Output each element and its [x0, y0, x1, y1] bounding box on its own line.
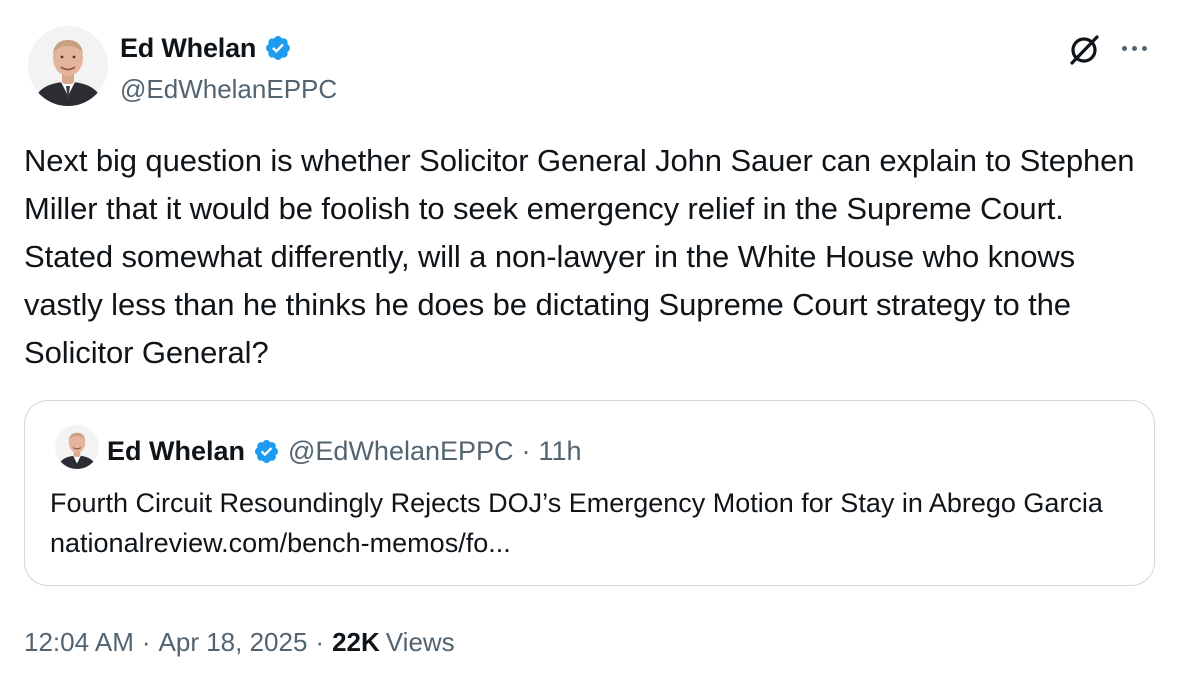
- post-date[interactable]: Apr 18, 2025: [159, 624, 308, 660]
- quoted-separator: ·: [521, 436, 531, 466]
- quoted-author-avatar: [55, 425, 99, 469]
- quoted-header: Ed Whelan @EdWhelanEPPC · 11h: [107, 433, 582, 469]
- tweet-footer: 12:04 AM · Apr 18, 2025 · 22K Views: [24, 624, 455, 660]
- footer-separator: ·: [141, 627, 151, 657]
- author-name[interactable]: Ed Whelan: [120, 30, 292, 66]
- views-count[interactable]: 22K: [332, 624, 380, 660]
- quoted-author-handle: @EdWhelanEPPC: [288, 436, 514, 466]
- tweet-text: Next big question is whether Solicitor G…: [24, 143, 1135, 370]
- grok-icon[interactable]: [1066, 32, 1102, 68]
- author-name-text[interactable]: Ed Whelan: [120, 30, 256, 66]
- verified-badge-icon: [254, 439, 279, 463]
- quoted-author-name: Ed Whelan: [107, 436, 246, 466]
- post-time[interactable]: 12:04 AM: [24, 624, 134, 660]
- views-label[interactable]: Views: [386, 624, 455, 660]
- quoted-tweet[interactable]: Ed Whelan @EdWhelanEPPC · 11h Fourth Cir…: [24, 400, 1155, 586]
- author-avatar[interactable]: [28, 26, 108, 106]
- more-options-icon[interactable]: [1114, 34, 1154, 62]
- tweet-card: Ed Whelan @EdWhelanEPPC Next big questio…: [0, 0, 1186, 678]
- verified-badge-icon: [266, 36, 291, 60]
- footer-separator: ·: [315, 627, 325, 657]
- quoted-time: 11h: [538, 436, 582, 466]
- quoted-text: Fourth Circuit Resoundingly Rejects DOJ’…: [50, 488, 1103, 558]
- author-handle[interactable]: @EdWhelanEPPC: [120, 72, 337, 106]
